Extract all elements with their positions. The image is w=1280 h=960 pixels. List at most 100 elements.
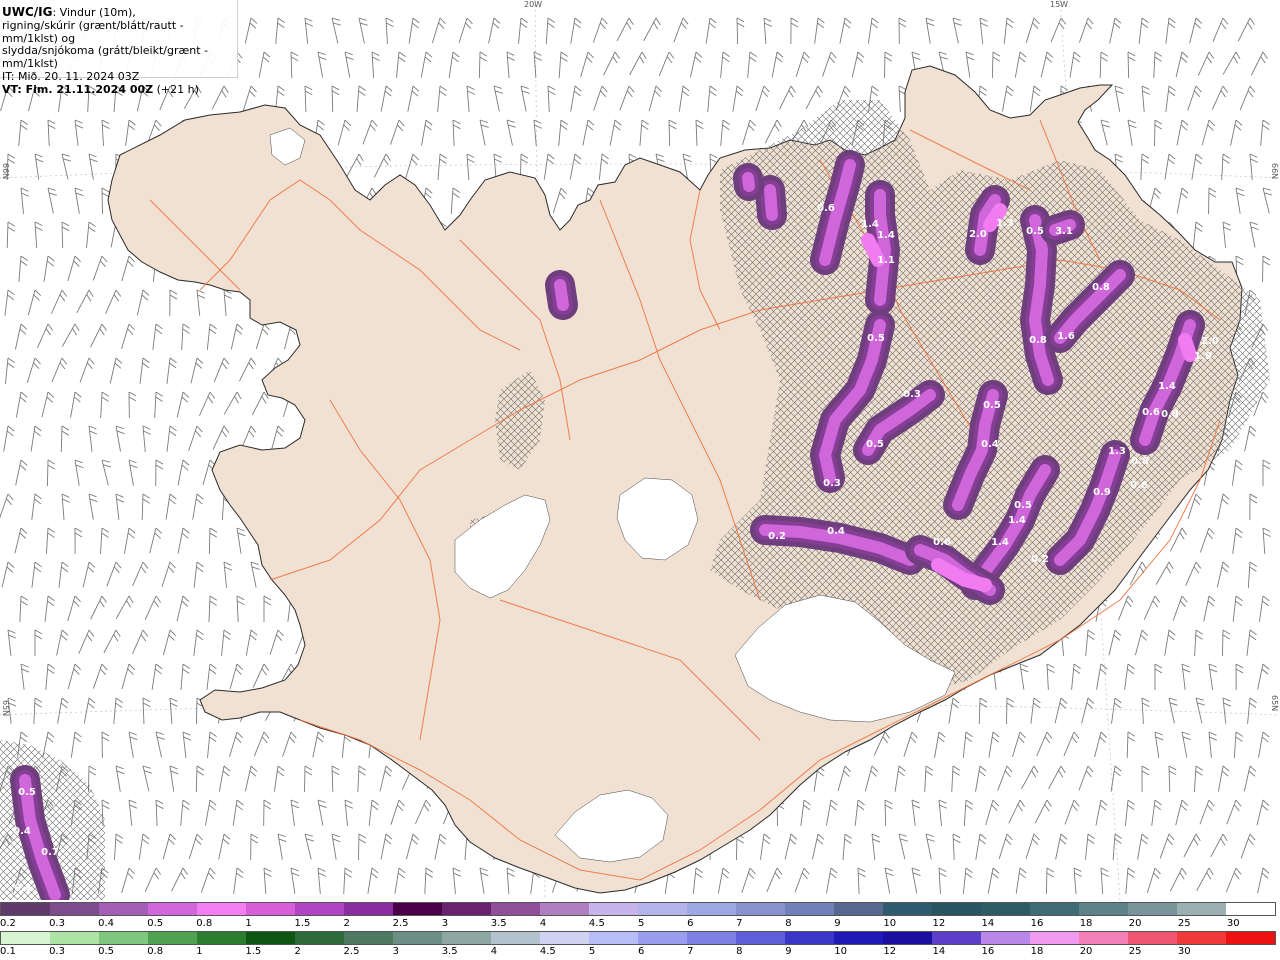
precip-value-label: 0.5 [1026, 226, 1044, 237]
legend-swatch [491, 932, 540, 944]
legend-swatch [834, 903, 883, 915]
precip-value-label: 0.7 [41, 847, 59, 858]
legend-label: 1.5 [245, 946, 262, 957]
legend-swatch [1177, 932, 1226, 944]
legend-swatch [197, 932, 246, 944]
precip-value-label: 0.3 [903, 389, 921, 400]
legend-swatch [393, 932, 442, 944]
legend-label: 1 [245, 918, 252, 929]
legend-label: 30 [1177, 946, 1191, 957]
precip-value-label: 1.3 [1108, 446, 1126, 457]
legend-swatch [1030, 903, 1079, 915]
map-info-box: UWC/IG: Vindur (10m), rigning/skúrir (gr… [0, 0, 238, 96]
legend-swatch [1177, 903, 1226, 915]
precip-value-label: 0.9 [1093, 487, 1111, 498]
legend-swatch [540, 903, 589, 915]
precip-value-label: 1.3 [996, 218, 1014, 229]
legend-swatch [981, 932, 1030, 944]
legend-swatch [246, 932, 295, 944]
legend-label: 8 [785, 918, 792, 929]
precip-value-label: 0.4 [13, 826, 31, 837]
legend-label: 12 [932, 918, 946, 929]
legend-swatch [687, 903, 736, 915]
precip-value-label: 0.8 [1161, 409, 1179, 420]
legend-label: 4.5 [588, 918, 605, 929]
legend-label: 0.3 [49, 918, 65, 929]
legend-label: 4 [539, 918, 547, 929]
legend-label: 12 [883, 946, 897, 957]
legend-label: 10 [883, 918, 897, 929]
legend-swatch [1226, 903, 1275, 915]
precip-value-label: 0.8 [1029, 335, 1047, 346]
legend-swatch [540, 932, 589, 944]
legend-swatch [1079, 903, 1128, 915]
legend-label: 18 [1079, 918, 1093, 929]
legend-label: 20 [1079, 946, 1093, 957]
legend-label: 25 [1128, 946, 1142, 957]
lon-label-15w: 15W [1050, 0, 1069, 9]
legend-label: 6 [687, 918, 694, 929]
precip-value-label: 0.6 [1142, 407, 1160, 418]
color-legend: 0.2 0.3 0.4 0.5 0.8 1 1.5 2 2.5 3 3.5 4 4.5 5 6 7 8 9 10 12… [0, 900, 1280, 960]
precip-value-label: 0.5 [866, 439, 884, 450]
legend-swatch [148, 903, 197, 915]
legend-label: 0.8 [196, 918, 213, 929]
precip-value-label: 1.4 [861, 219, 879, 230]
precip-value-label: 0.5 [18, 787, 36, 798]
legend-label: 16 [981, 946, 995, 957]
precip-value-label: 0.6 [1130, 480, 1148, 491]
legend-swatch [932, 932, 981, 944]
legend-label: 0.1 [0, 946, 16, 957]
legend-swatch [932, 903, 981, 915]
legend-label: 20 [1128, 918, 1142, 929]
legend-label: 3.5 [441, 946, 458, 957]
legend-swatch [638, 903, 687, 915]
legend-label: 2 [294, 946, 301, 957]
weather-map: 0.61.41.41.12.01.30.5 3.10.80.8 1.60.5 2.01… [0, 0, 1280, 900]
precip-value-label: 0.8 [1131, 456, 1149, 467]
lat-label-65n-right: 65N [1270, 695, 1279, 712]
precip-value-label: 2.0 [969, 229, 987, 240]
legend-swatch [785, 903, 834, 915]
legend-label: 10 [834, 946, 848, 957]
legend-label: 8 [736, 946, 743, 957]
precip-value-label: 0.2 [768, 531, 786, 542]
legend-swatch [785, 932, 834, 944]
lat-label-65n-left: 65N [1, 700, 10, 717]
precip-value-label: 0.4 [981, 439, 999, 450]
legend-label: 3.5 [490, 918, 507, 929]
precip-value-label: 1.4 [1158, 381, 1176, 392]
legend-swatch [50, 932, 99, 944]
legend-swatch [99, 932, 148, 944]
rain-legend-bar [0, 931, 1276, 945]
precip-value-label: 1.1 [877, 255, 895, 266]
legend-label: 2.5 [343, 946, 360, 957]
legend-swatch [1079, 932, 1128, 944]
precip-value-label: 1.4 [1008, 515, 1026, 526]
legend-swatch [197, 903, 246, 915]
legend-label: 3 [441, 918, 449, 929]
legend-label: 0.2 [0, 918, 16, 929]
legend-label: 30 [1226, 918, 1240, 929]
legend-label: 7 [687, 946, 694, 957]
legend-swatch [1226, 932, 1275, 944]
precip-value-label: 1.4 [991, 537, 1009, 548]
map-subtitle-rain: rigning/skúrir (grænt/blátt/rautt - mm/1… [2, 18, 184, 45]
map-subtitle-snow: slydda/snjókoma (grátt/bleikt/grænt - mm… [2, 44, 209, 71]
legend-label: 0.5 [98, 946, 115, 957]
legend-swatch [491, 903, 540, 915]
legend-label: 1.5 [294, 918, 311, 929]
legend-swatch [589, 903, 638, 915]
map-title-rest: : Vindur (10m), [52, 6, 136, 19]
precip-value-label: 0.2 [1031, 554, 1049, 565]
legend-swatch [736, 932, 785, 944]
legend-label: 6 [638, 946, 645, 957]
legend-swatch [344, 903, 393, 915]
legend-swatch [442, 903, 491, 915]
legend-swatch [442, 932, 491, 944]
legend-label: 14 [981, 918, 995, 929]
legend-swatch [883, 903, 932, 915]
legend-swatch [148, 932, 197, 944]
legend-label: 0.5 [147, 918, 164, 929]
precip-value-label: 0.5 [867, 333, 885, 344]
